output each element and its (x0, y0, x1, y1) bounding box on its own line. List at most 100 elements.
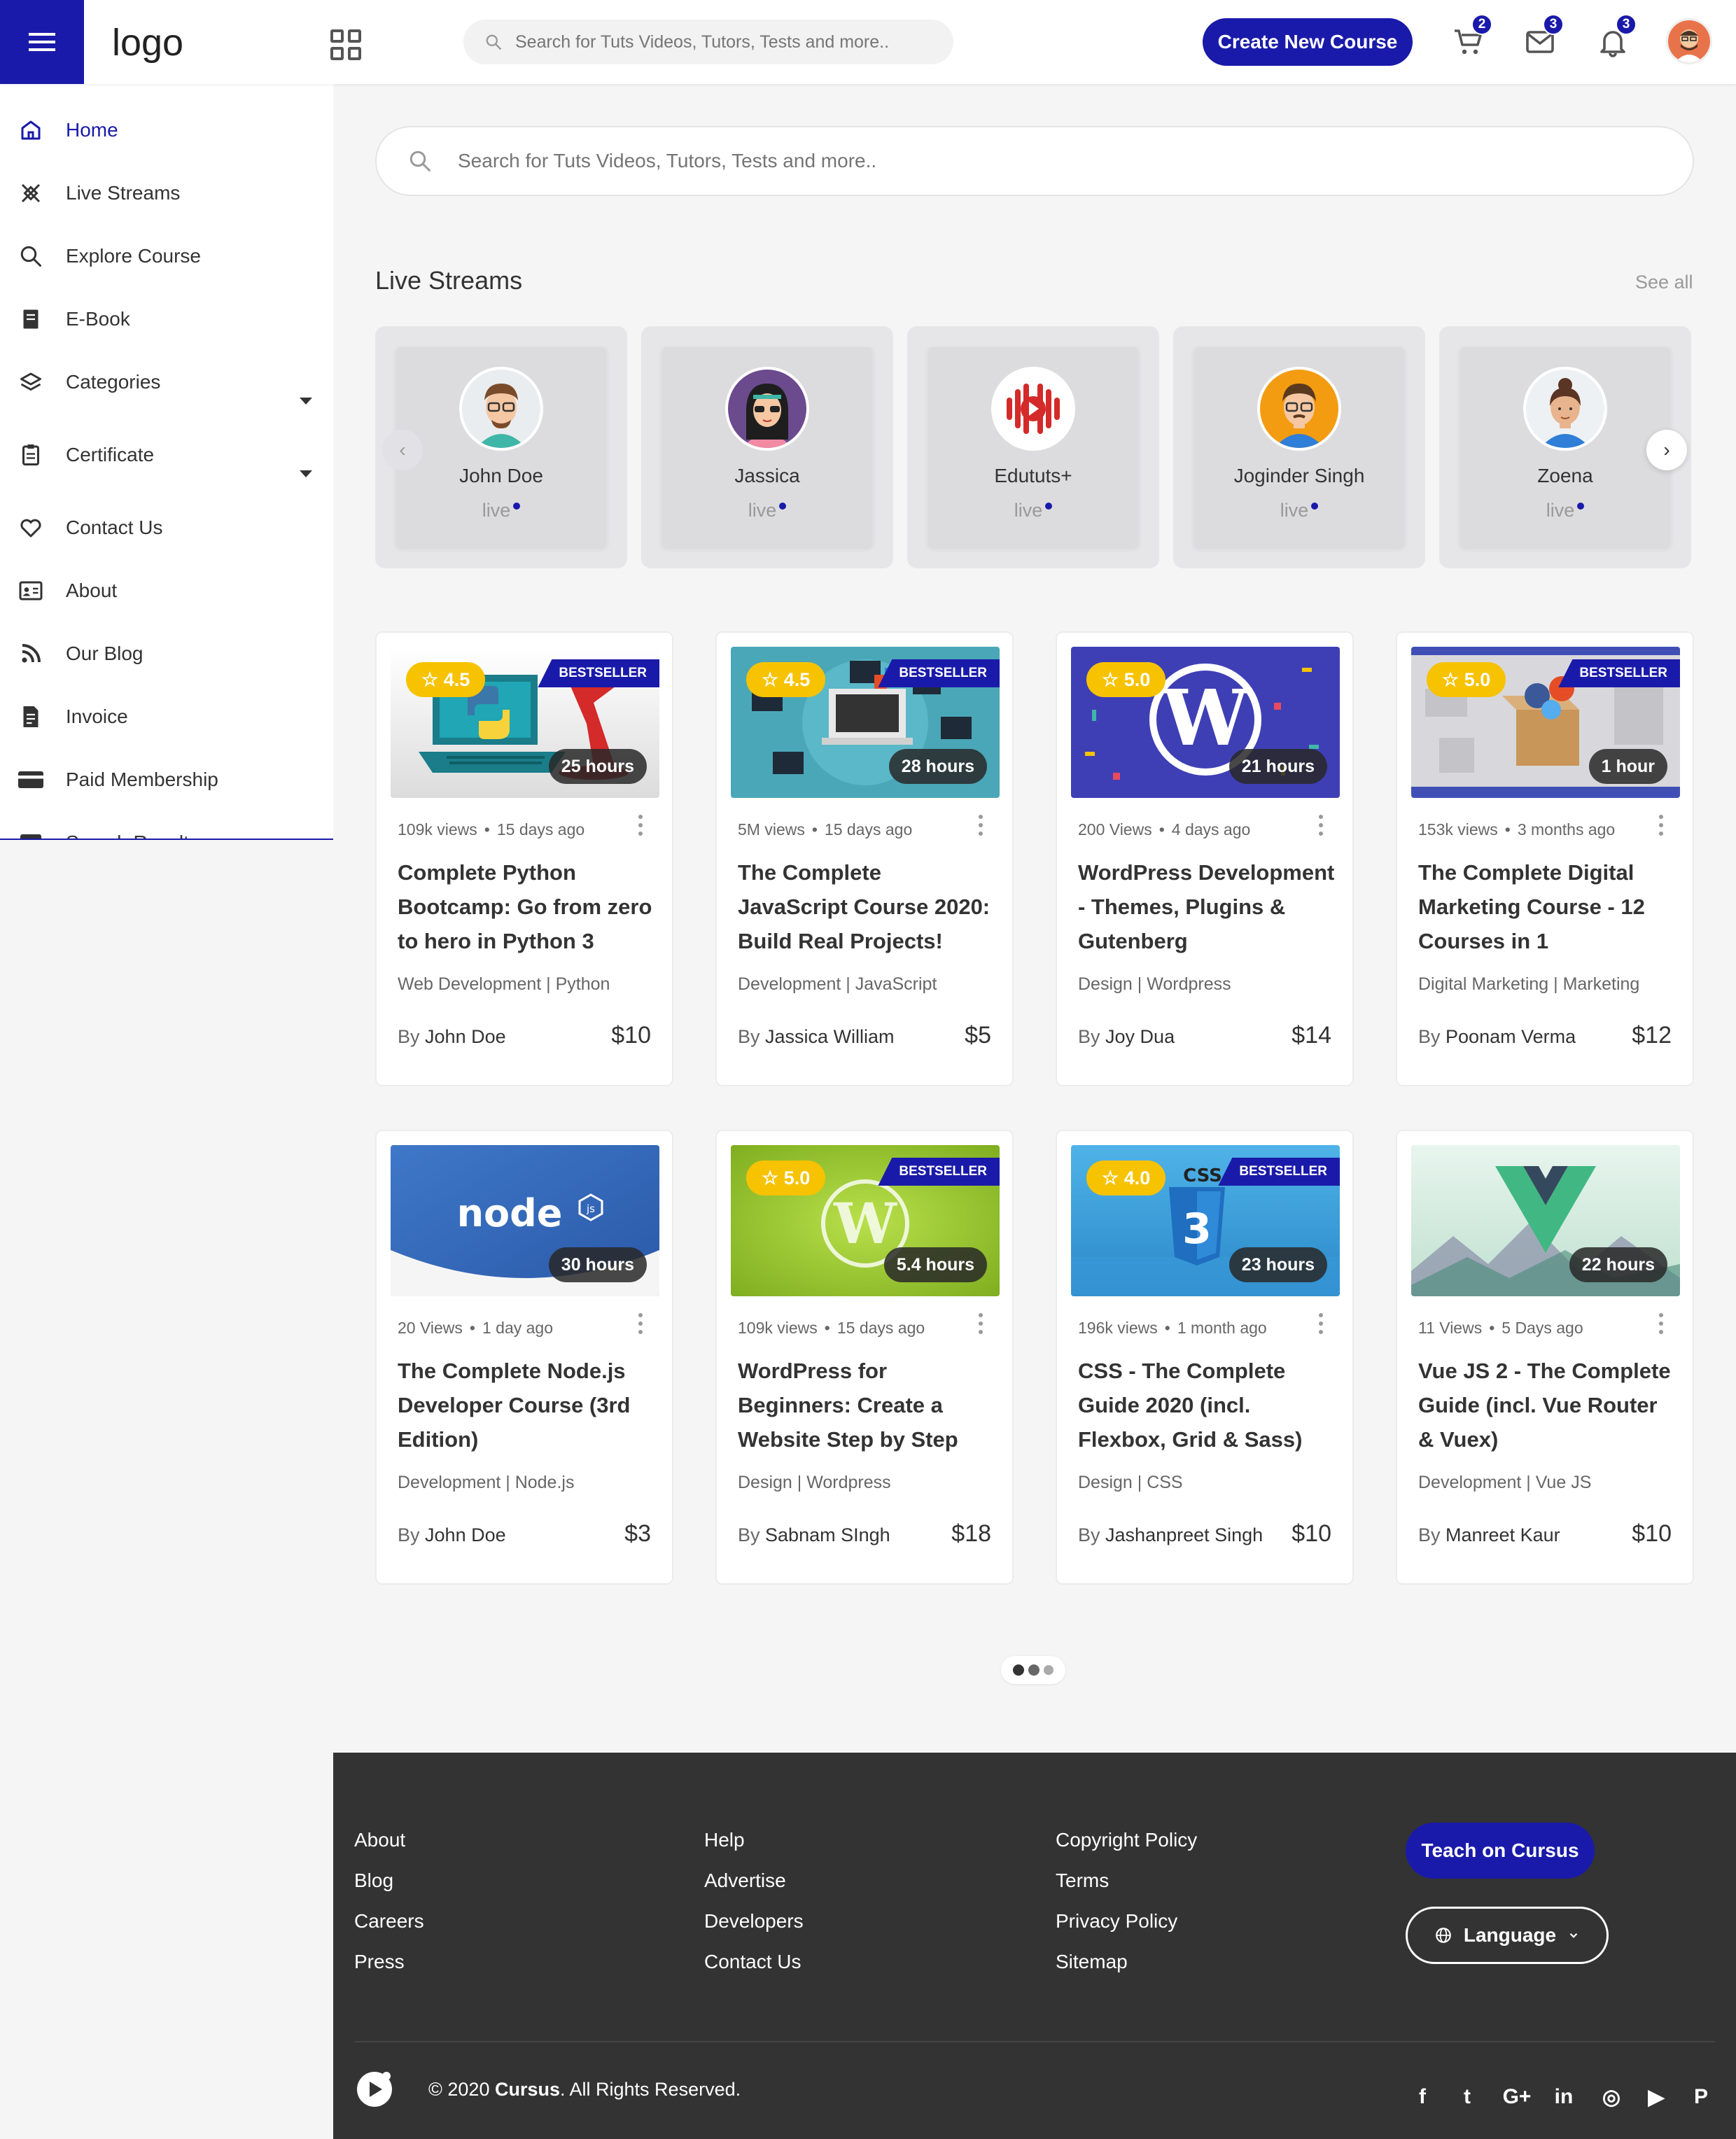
sidebar-item-invoice[interactable]: Invoice (0, 689, 333, 745)
more-options-icon[interactable] (1659, 1313, 1665, 1334)
twitter-icon[interactable]: t (1455, 2084, 1480, 2110)
create-new-course-button[interactable]: Create New Course (1203, 18, 1413, 66)
live-stream-card[interactable]: Edututs+ live (907, 326, 1159, 568)
course-thumbnail[interactable]: ☆ 4.5 BESTSELLER 25 hours (391, 647, 659, 798)
more-options-icon[interactable] (979, 815, 984, 836)
header-search-input[interactable] (515, 31, 935, 52)
footer-link[interactable]: Press (354, 1942, 424, 1982)
youtube-icon[interactable]: ▶ (1644, 2084, 1669, 2110)
course-thumbnail[interactable]: ☆ 5.0 BESTSELLER 1 hour (1411, 647, 1680, 798)
facebook-icon[interactable]: f (1410, 2084, 1435, 2110)
layers-icon (15, 367, 46, 398)
sidebar-item-certificate[interactable]: Certificate (0, 427, 333, 483)
sidebar-item-search-results[interactable]: Search Results (0, 815, 333, 839)
course-category: Design | Wordpress (738, 1473, 891, 1492)
course-title[interactable]: CSS - The Complete Guide 2020 (incl. Fle… (1078, 1354, 1337, 1457)
rating-badge: ☆ 4.5 (746, 662, 826, 697)
course-card[interactable]: 22 hours 11 Views • 5 Days ago Vue JS 2 - … (1396, 1130, 1694, 1585)
cursus-logo-icon[interactable] (354, 2069, 395, 2110)
sidebar-item-live-streams[interactable]: Live Streams (0, 165, 333, 221)
messages-button[interactable]: 3 (1523, 14, 1564, 59)
course-thumbnail[interactable]: node js 30 hours (391, 1145, 659, 1296)
book-icon (15, 304, 46, 335)
footer-link[interactable]: Help (704, 1820, 804, 1860)
course-thumbnail[interactable]: 3 CSS ☆ 4.0 BESTSELLER 23 hours (1071, 1145, 1340, 1296)
course-thumbnail[interactable]: W ☆ 5.0 21 hours (1071, 647, 1340, 798)
linkedin-icon[interactable]: in (1551, 2084, 1576, 2110)
teach-on-cursus-button[interactable]: Teach on Cursus (1406, 1823, 1595, 1879)
course-title[interactable]: The Complete Digital Marketing Course - … (1418, 855, 1677, 958)
hamburger-icon (29, 33, 55, 51)
course-author: By Poonam Verma (1418, 1026, 1576, 1047)
sidebar-item-about[interactable]: About (0, 563, 333, 619)
footer-link[interactable]: Advertise (704, 1860, 804, 1901)
live-stream-card[interactable]: Jassica live (641, 326, 893, 568)
course-title[interactable]: The Complete Node.js Developer Course (3… (398, 1354, 657, 1457)
more-options-icon[interactable] (638, 815, 644, 836)
course-title[interactable]: WordPress for Beginners: Create a Websit… (738, 1354, 997, 1457)
course-thumbnail[interactable]: W ☆ 5.0 BESTSELLER 5.4 hours (731, 1145, 1000, 1296)
page-dot (1044, 1665, 1054, 1675)
menu-toggle-button[interactable] (0, 0, 84, 84)
course-title[interactable]: Vue JS 2 - The Complete Guide (incl. Vue… (1418, 1354, 1677, 1457)
language-button[interactable]: Language (1406, 1907, 1609, 1964)
course-title[interactable]: Complete Python Bootcamp: Go from zero t… (398, 855, 657, 958)
sidebar-item-paid-membership[interactable]: Paid Membership (0, 752, 333, 808)
footer-link[interactable]: Careers (354, 1901, 424, 1942)
course-card[interactable]: ☆ 4.5 BESTSELLER 25 hours 109k views • 15 … (375, 631, 673, 1086)
pagination-dots[interactable] (1001, 1656, 1065, 1684)
footer-link[interactable]: Copyright Policy (1056, 1820, 1197, 1860)
footer-link[interactable]: Blog (354, 1860, 424, 1901)
footer-link[interactable]: About (354, 1820, 424, 1860)
live-name: Edututs+ (994, 465, 1072, 486)
course-card[interactable]: ☆ 5.0 BESTSELLER 1 hour 153k views • 3 mon… (1396, 631, 1694, 1086)
sidebar-item-our-blog[interactable]: Our Blog (0, 626, 333, 682)
footer-link[interactable]: Developers (704, 1901, 804, 1942)
cart-button[interactable]: 2 (1452, 14, 1492, 59)
notifications-button[interactable]: 3 (1596, 14, 1637, 59)
course-thumbnail[interactable]: ☆ 4.5 BESTSELLER 28 hours (731, 647, 1000, 798)
chevron-down-icon[interactable] (300, 470, 312, 477)
sidebar-item-label: E-Book (66, 308, 130, 330)
course-author: By Sabnam SIngh (738, 1524, 890, 1545)
course-card[interactable]: W ☆ 5.0 BESTSELLER 5.4 hours 109k views •… (715, 1130, 1014, 1585)
more-options-icon[interactable] (638, 1313, 644, 1334)
more-options-icon[interactable] (1659, 815, 1665, 836)
sidebar-item-home[interactable]: Home (0, 102, 333, 158)
course-card[interactable]: W ☆ 5.0 21 hours 200 Views • 4 days ago Wo… (1056, 631, 1354, 1086)
footer-link[interactable]: Terms (1056, 1860, 1197, 1901)
footer-link[interactable]: Contact Us (704, 1942, 804, 1982)
course-title[interactable]: The Complete JavaScript Course 2020: Bui… (738, 855, 997, 958)
logo[interactable]: logo (112, 21, 183, 64)
carousel-next-button[interactable]: › (1646, 430, 1687, 470)
sidebar-item-categories[interactable]: Categories (0, 354, 333, 410)
course-title[interactable]: WordPress Development - Themes, Plugins … (1078, 855, 1337, 958)
more-options-icon[interactable] (1319, 1313, 1324, 1334)
sidebar-item-e-book[interactable]: E-Book (0, 291, 333, 347)
google-plus-icon[interactable]: G+ (1499, 2084, 1534, 2110)
sidebar-item-contact-us[interactable]: Contact Us (0, 500, 333, 556)
footer-link[interactable]: Sitemap (1056, 1942, 1197, 1982)
main-search[interactable] (375, 126, 1694, 196)
chevron-down-icon[interactable] (300, 398, 312, 405)
user-avatar[interactable] (1666, 18, 1712, 64)
apps-grid-icon[interactable] (330, 29, 361, 60)
avatar (991, 367, 1075, 451)
live-stream-card[interactable]: Joginder Singh live (1173, 326, 1425, 568)
see-all-link[interactable]: See all (1635, 272, 1693, 293)
footer-link[interactable]: Privacy Policy (1056, 1901, 1197, 1942)
carousel-prev-button[interactable]: ‹ (382, 430, 423, 470)
page-dot-active (1013, 1664, 1024, 1676)
course-card[interactable]: 3 CSS ☆ 4.0 BESTSELLER 23 hours 196k view… (1056, 1130, 1354, 1585)
course-thumbnail[interactable]: 22 hours (1411, 1145, 1680, 1296)
more-options-icon[interactable] (1319, 815, 1324, 836)
instagram-icon[interactable]: ◎ (1599, 2084, 1624, 2110)
course-card[interactable]: node js 30 hours 20 Views • 1 day ago The C… (375, 1130, 673, 1585)
more-options-icon[interactable] (979, 1313, 984, 1334)
sidebar-item-label: Invoice (66, 706, 128, 727)
main-search-input[interactable] (458, 150, 1648, 172)
course-card[interactable]: ☆ 4.5 BESTSELLER 28 hours 5M views • 15 da… (715, 631, 1014, 1086)
pinterest-icon[interactable]: P (1688, 2084, 1714, 2110)
sidebar-item-explore-course[interactable]: Explore Course (0, 228, 333, 284)
header-search[interactable] (463, 20, 953, 64)
